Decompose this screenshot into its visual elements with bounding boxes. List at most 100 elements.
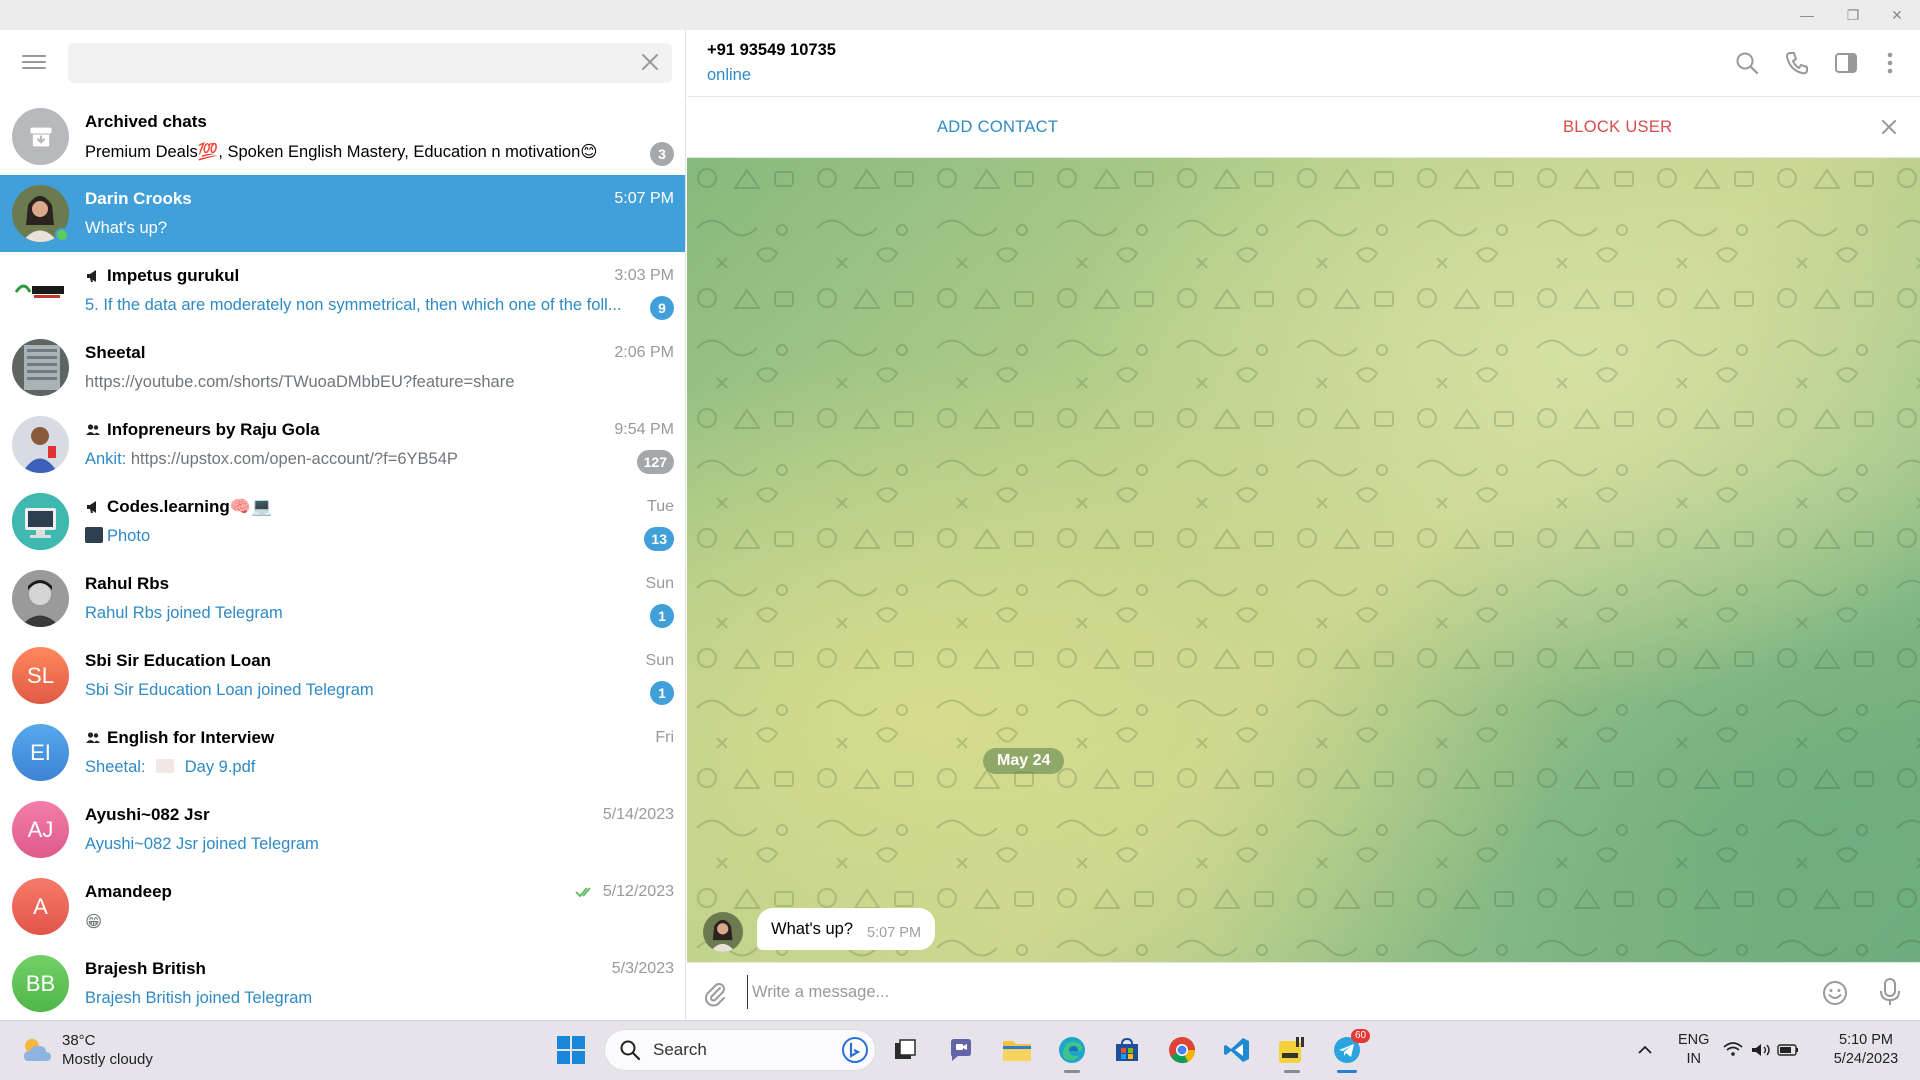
megaphone-icon (87, 270, 96, 282)
chat-item-darin-crooks[interactable]: Darin Crooks 5:07 PM What's up? (0, 175, 685, 252)
chrome-browser-icon[interactable] (1165, 1033, 1199, 1067)
chat-time: 5/3/2023 (611, 960, 674, 977)
conversation-panel: +91 93549 10735 online ADD CONTACT BLOCK… (687, 30, 1920, 1020)
running-indicator (1064, 1070, 1080, 1073)
chat-name: Impetus gurukul (85, 266, 239, 286)
chat-time: 9:54 PM (614, 421, 674, 438)
chat-item-brajesh-british[interactable]: BB Brajesh British 5/3/2023 Brajesh Brit… (0, 945, 685, 1020)
file-explorer-icon[interactable] (1000, 1033, 1034, 1067)
chat-item-ayushi[interactable]: AJ Ayushi~082 Jsr 5/14/2023 Ayushi~082 J… (0, 791, 685, 868)
chat-item-impetus-gurukul[interactable]: Impetus gurukul 3:03 PM 5. If the data a… (0, 252, 685, 329)
chat-item-sbi-education-loan[interactable]: SL Sbi Sir Education Loan Sun Sbi Sir Ed… (0, 637, 685, 714)
chat-item-codes-learning[interactable]: Codes.learning🧠💻 Tue Photo 13 (0, 483, 685, 560)
photo-thumbnail-icon (85, 527, 103, 543)
block-user-button[interactable]: BLOCK USER (1563, 118, 1672, 137)
close-window-button[interactable]: ✕ (1874, 0, 1920, 30)
chat-preview: Ayushi~082 Jsr joined Telegram (85, 835, 319, 853)
running-indicator (1284, 1070, 1300, 1073)
chat-time: 2:06 PM (614, 344, 674, 361)
group-icon (86, 732, 100, 743)
file-thumbnail-icon (156, 759, 175, 773)
windows-taskbar: 38°C Mostly cloudy Search 60 ENG IN 5:10… (0, 1020, 1920, 1080)
bing-icon (842, 1037, 868, 1063)
taskbar-search[interactable]: Search (604, 1029, 876, 1071)
chat-item-amandeep[interactable]: A Amandeep 5/12/2023 😁 (0, 868, 685, 945)
double-check-icon (575, 887, 591, 898)
microsoft-store-icon[interactable] (1110, 1033, 1144, 1067)
chat-preview: Ankit: https://upstox.com/open-account/?… (85, 450, 645, 469)
message-bubble[interactable]: What's up? 5:07 PM (757, 908, 936, 950)
emoji-icon[interactable] (1821, 979, 1849, 1007)
system-tray-status[interactable] (1722, 1033, 1802, 1067)
media-player-icon[interactable] (1275, 1033, 1309, 1073)
avatar: EI (12, 724, 69, 781)
preview-sender: Ankit: (85, 450, 127, 468)
paperclip-icon[interactable] (701, 979, 729, 1007)
time-text: 5/12/2023 (602, 883, 674, 900)
chat-preview: Premium Deals💯, Spoken English Mastery, … (85, 143, 598, 161)
search-icon[interactable] (1734, 50, 1760, 76)
add-contact-button[interactable]: ADD CONTACT (937, 118, 1058, 137)
more-options-icon[interactable] (1877, 50, 1903, 76)
avatar[interactable] (703, 912, 743, 952)
chat-time: 5:07 PM (614, 190, 674, 207)
chat-name: Infopreneurs by Raju Gola (85, 420, 320, 440)
chat-name: Codes.learning🧠💻 (85, 497, 272, 517)
windows-start-icon[interactable] (556, 1035, 586, 1065)
weather-widget[interactable]: 38°C Mostly cloudy (20, 1031, 153, 1069)
chat-list: Archived chats Premium Deals💯, Spoken En… (0, 98, 685, 1020)
unread-badge: 13 (644, 527, 674, 551)
telegram-icon[interactable]: 60 (1330, 1029, 1371, 1073)
chat-preview: 5. If the data are moderately non symmet… (85, 296, 622, 314)
archived-chats-item[interactable]: Archived chats Premium Deals💯, Spoken En… (0, 98, 685, 175)
vscode-icon[interactable] (1220, 1033, 1254, 1067)
teams-chat-icon[interactable] (944, 1033, 978, 1067)
chat-time: Fri (655, 729, 674, 746)
group-icon (86, 424, 100, 435)
taskbar-search-label: Search (653, 1040, 707, 1059)
language-indicator[interactable]: ENG IN (1678, 1031, 1709, 1069)
unread-badge: 3 (650, 142, 674, 166)
chevron-up-icon[interactable] (1628, 1033, 1662, 1067)
archive-icon (12, 108, 69, 165)
notification-badge: 60 (1351, 1029, 1371, 1043)
chat-item-sheetal[interactable]: Sheetal 2:06 PM https://youtube.com/shor… (0, 329, 685, 406)
unread-badge: 127 (636, 450, 674, 474)
microphone-icon[interactable] (1877, 977, 1903, 1007)
weather-temp: 38°C (62, 1032, 96, 1049)
clock-date: 5/24/2023 (1833, 1051, 1899, 1067)
message-input[interactable] (747, 975, 1787, 1009)
chat-name: Sbi Sir Education Loan (85, 651, 272, 670)
close-icon[interactable] (1879, 117, 1899, 137)
chat-item-english-for-interview[interactable]: EI English for Interview Fri Sheetal: Da… (0, 714, 685, 791)
chat-preview: Rahul Rbs joined Telegram (85, 604, 283, 622)
message-composer (687, 962, 1920, 1020)
chat-name: English for Interview (85, 728, 274, 748)
chat-item-infopreneurs[interactable]: Infopreneurs by Raju Gola 9:54 PM Ankit:… (0, 406, 685, 483)
edge-browser-icon[interactable] (1055, 1033, 1089, 1073)
chat-preview: https://youtube.com/shorts/TWuoaDMbbEU?f… (85, 373, 515, 391)
region-code: IN (1686, 1051, 1701, 1067)
avatar: AJ (12, 801, 69, 858)
chat-preview: Sbi Sir Education Loan joined Telegram (85, 681, 374, 699)
chat-name: Brajesh British (85, 959, 206, 978)
peer-name[interactable]: +91 93549 10735 (707, 41, 836, 60)
preview-text: Day 9.pdf (184, 758, 256, 776)
minimize-button[interactable]: — (1784, 0, 1830, 30)
clock[interactable]: 5:10 PM 5/24/2023 (1828, 1031, 1904, 1069)
active-indicator (1337, 1070, 1357, 1073)
chat-name: Rahul Rbs (85, 574, 170, 593)
search-input[interactable] (68, 43, 672, 83)
search-icon (620, 1040, 641, 1061)
close-icon[interactable] (638, 50, 662, 74)
sidebar-toggle-icon[interactable] (1833, 50, 1859, 76)
sidebar-header (0, 30, 685, 98)
hamburger-menu-icon[interactable] (22, 52, 46, 72)
chat-name: Ayushi~082 Jsr (85, 805, 210, 824)
restore-button[interactable]: ❐ (1830, 0, 1876, 30)
chat-preview: 😁 (85, 913, 103, 931)
chat-item-rahul-rbs[interactable]: Rahul Rbs Sun Rahul Rbs joined Telegram … (0, 560, 685, 637)
phone-icon[interactable] (1784, 50, 1810, 76)
chat-preview: Photo (85, 527, 645, 546)
task-view-icon[interactable] (888, 1033, 922, 1067)
